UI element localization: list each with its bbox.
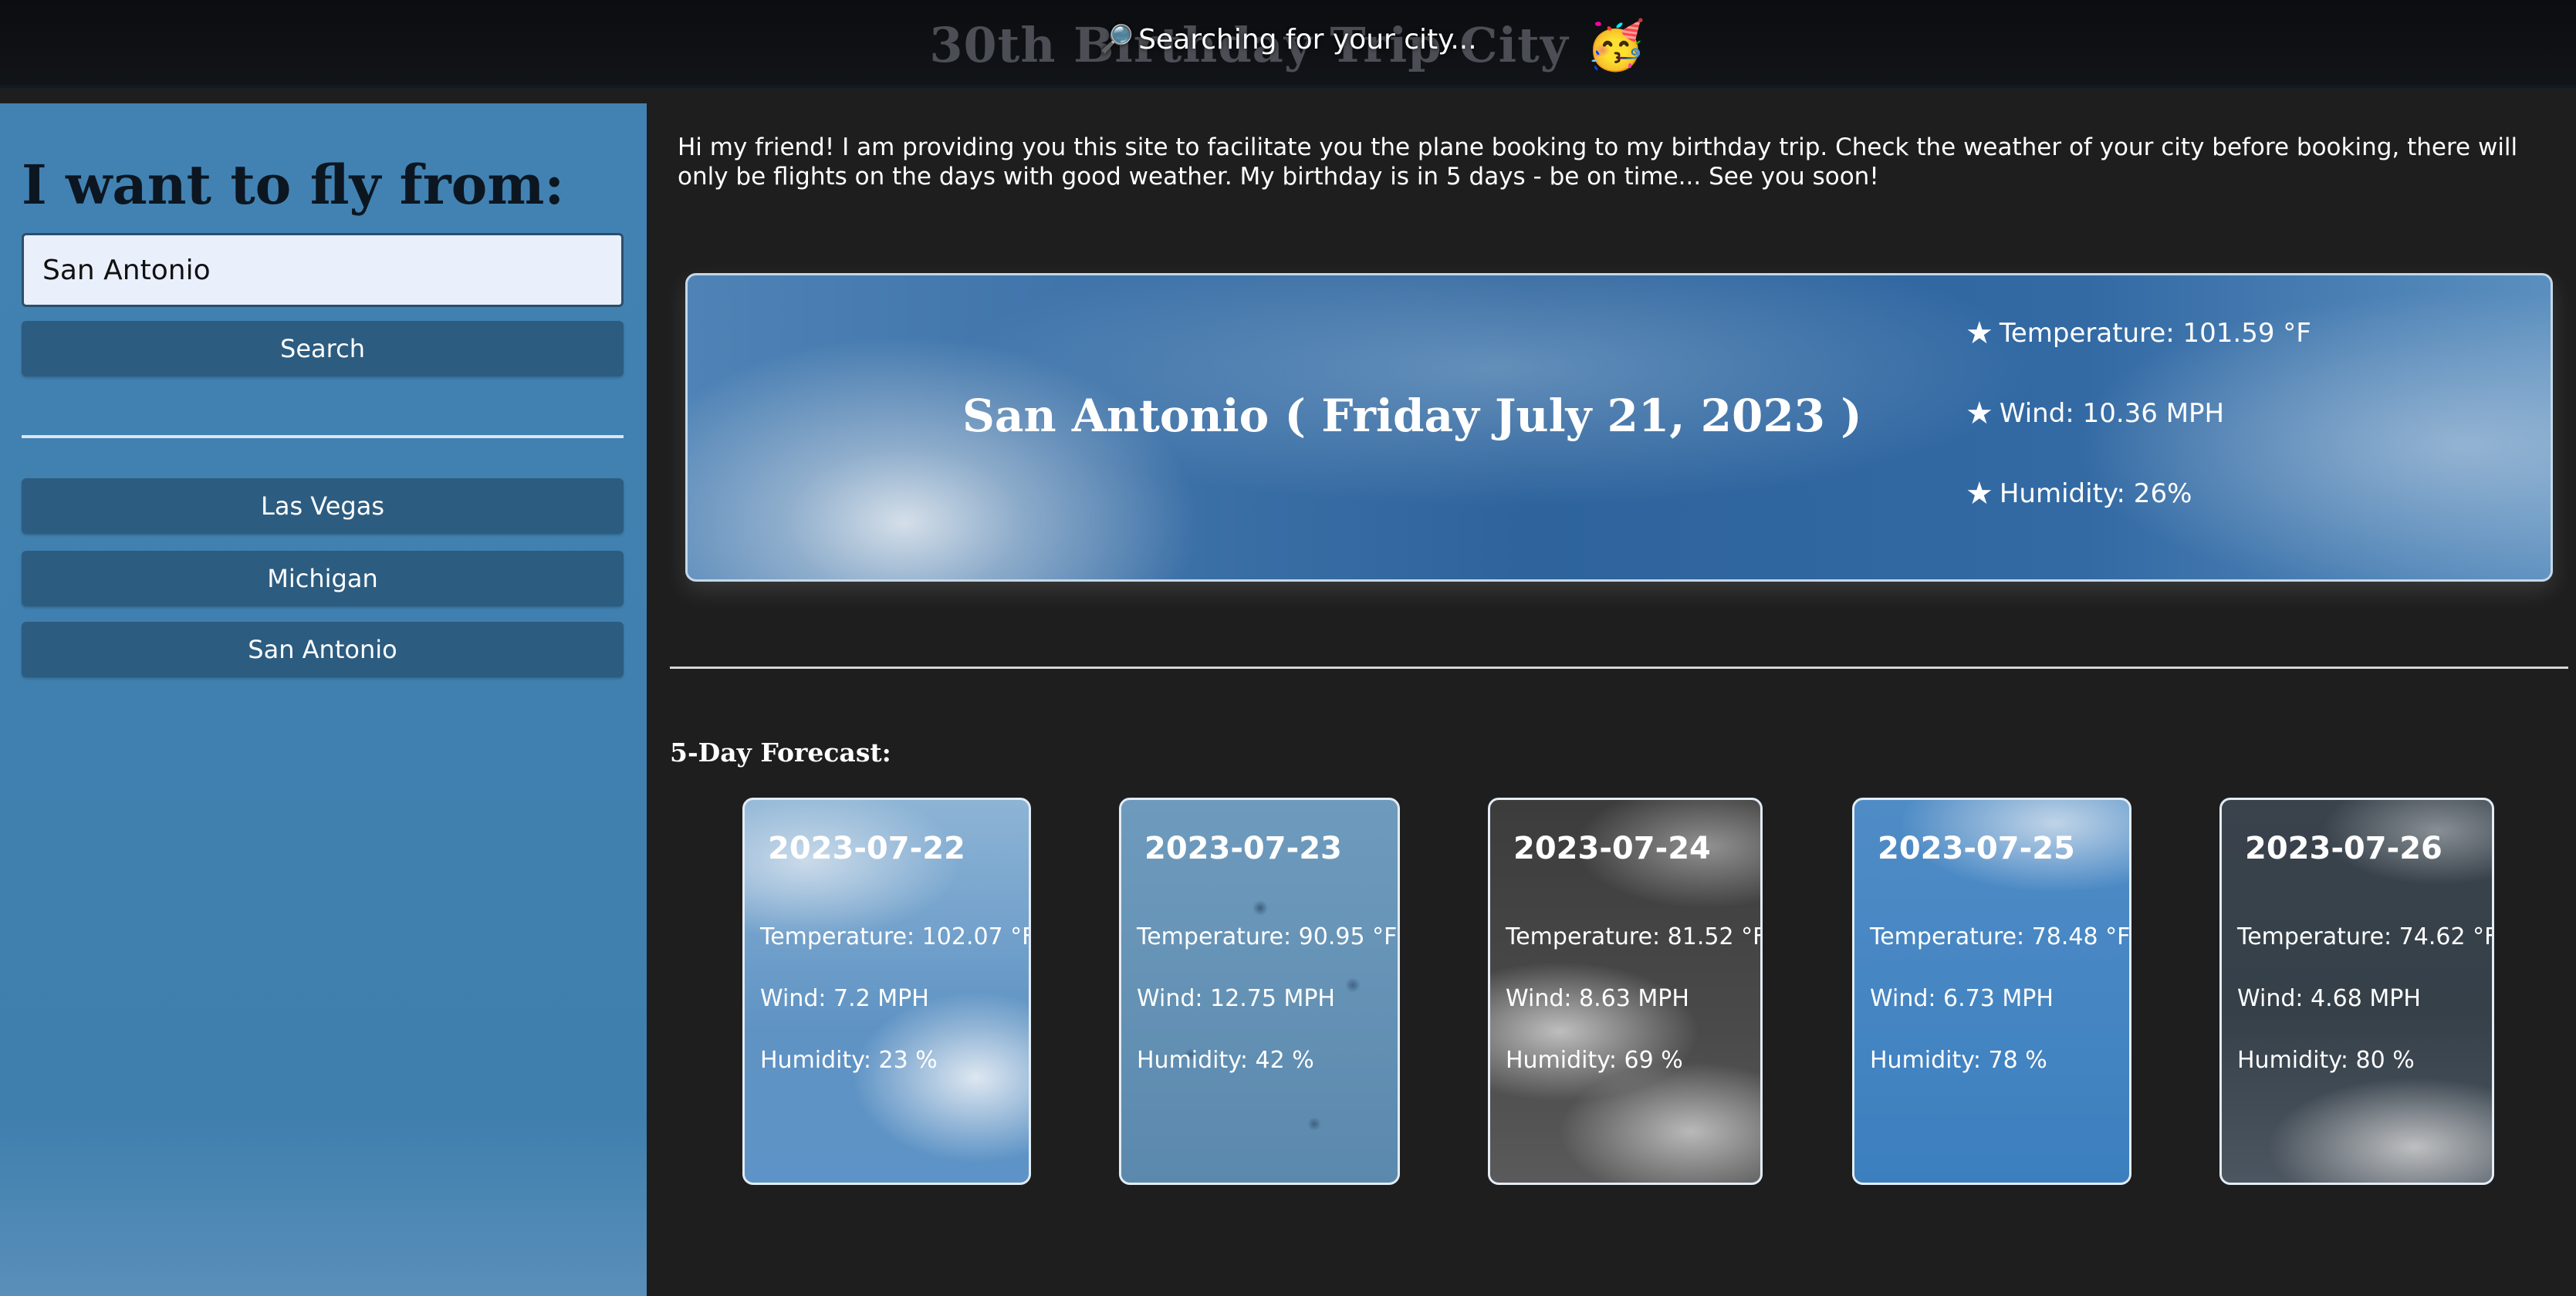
forecast-date: 2023-07-22 [768, 831, 965, 866]
search-heading: I want to fly from: [22, 153, 565, 217]
history-button-las-vegas[interactable]: Las Vegas [22, 478, 624, 534]
sidebar: I want to fly from: Search Las Vegas Mic… [0, 103, 647, 1296]
main-divider [670, 667, 2568, 669]
forecast-temperature: Temperature: 81.52 °F [1506, 923, 1763, 950]
history-button-san-antonio[interactable]: San Antonio [22, 622, 624, 677]
forecast-temperature: Temperature: 90.95 °F [1137, 923, 1398, 950]
forecast-card: 2023-07-25 Temperature: 78.48 °F Wind: 6… [1852, 798, 2131, 1185]
forecast-wind: Wind: 12.75 MPH [1137, 985, 1335, 1012]
city-search-input[interactable] [22, 233, 624, 307]
forecast-card: 2023-07-23 Temperature: 90.95 °F Wind: 1… [1119, 798, 1400, 1185]
current-wind: ★ Wind: 10.36 MPH [1966, 396, 2224, 431]
intro-text: Hi my friend! I am providing you this si… [678, 133, 2518, 191]
forecast-wind: Wind: 6.73 MPH [1870, 985, 2054, 1012]
forecast-wind: Wind: 7.2 MPH [760, 985, 929, 1012]
forecast-card: 2023-07-22 Temperature: 102.07 °F Wind: … [742, 798, 1031, 1185]
loading-status: 🔎 Searching for your city... [0, 23, 2576, 56]
forecast-wind: Wind: 8.63 MPH [1506, 985, 1689, 1012]
forecast-temperature: Temperature: 74.62 °F [2237, 923, 2494, 950]
forecast-humidity: Humidity: 69 % [1506, 1047, 1683, 1074]
current-temperature: ★ Temperature: 101.59 °F [1966, 316, 2311, 351]
forecast-humidity: Humidity: 80 % [2237, 1047, 2415, 1074]
forecast-wind: Wind: 4.68 MPH [2237, 985, 2421, 1012]
star-icon: ★ [1966, 396, 1993, 431]
forecast-temperature: Temperature: 78.48 °F [1870, 923, 2131, 950]
app-header: 30th Birthday Trip City 🥳 🔎 Searching for… [0, 0, 2576, 88]
search-button[interactable]: Search [22, 321, 624, 376]
magnifier-icon: 🔎 [1099, 24, 1134, 56]
history-button-michigan[interactable]: Michigan [22, 551, 624, 606]
forecast-temperature: Temperature: 102.07 °F [760, 923, 1031, 950]
sidebar-divider [22, 435, 624, 438]
forecast-date: 2023-07-25 [1878, 831, 2075, 866]
forecast-humidity: Humidity: 42 % [1137, 1047, 1314, 1074]
current-humidity: ★ Humidity: 26% [1966, 476, 2192, 511]
forecast-humidity: Humidity: 78 % [1870, 1047, 2047, 1074]
current-weather-card: San Antonio ( Friday July 21, 2023 ) ★ Te… [685, 273, 2553, 582]
loading-status-text: Searching for your city... [1138, 24, 1477, 56]
star-icon: ★ [1966, 316, 1993, 351]
forecast-date: 2023-07-26 [2245, 831, 2442, 866]
forecast-humidity: Humidity: 23 % [760, 1047, 938, 1074]
current-temperature-text: Temperature: 101.59 °F [1999, 318, 2311, 349]
forecast-heading: 5-Day Forecast: [670, 737, 891, 768]
current-humidity-text: Humidity: 26% [1999, 478, 2192, 509]
current-wind-text: Wind: 10.36 MPH [1999, 398, 2225, 429]
forecast-date: 2023-07-23 [1144, 831, 1342, 866]
forecast-card: 2023-07-26 Temperature: 74.62 °F Wind: 4… [2219, 798, 2494, 1185]
forecast-date: 2023-07-24 [1513, 831, 1711, 866]
current-city-title: San Antonio ( Friday July 21, 2023 ) [962, 390, 1862, 442]
forecast-card: 2023-07-24 Temperature: 81.52 °F Wind: 8… [1488, 798, 1763, 1185]
star-icon: ★ [1966, 476, 1993, 511]
